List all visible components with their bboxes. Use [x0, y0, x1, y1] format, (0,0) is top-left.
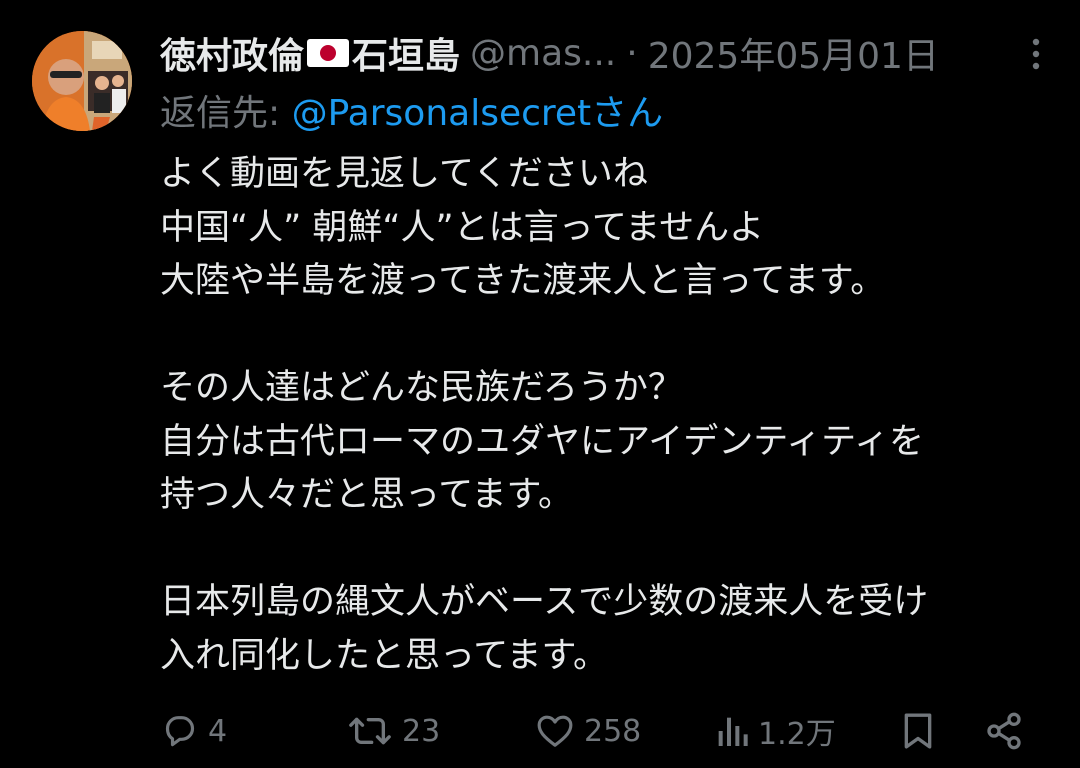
action-bar: 4 23 258 1.2万 — [160, 706, 1040, 756]
separator-dot: · — [626, 32, 638, 74]
tweet-text-line: 日本列島の縄文人がベースで少数の渡来人を受け — [160, 582, 929, 622]
tweet[interactable]: 徳村政倫 石垣島 @mas... · 2025年05月01日 返信先: @Par… — [0, 0, 1080, 768]
display-name-part2[interactable]: 石垣島 — [352, 27, 460, 79]
tweet-header: 徳村政倫 石垣島 @mas... · 2025年05月01日 — [160, 28, 939, 78]
tweet-date[interactable]: 2025年05月01日 — [648, 27, 939, 79]
display-name[interactable]: 徳村政倫 石垣島 — [160, 27, 460, 79]
share-button[interactable] — [984, 706, 1024, 756]
tweet-text-line: 大陸や半島を渡ってきた渡来人と言ってます。 — [160, 261, 886, 301]
reply-icon — [165, 716, 195, 747]
japan-flag-icon — [307, 39, 350, 67]
reply-to: 返信先: @Parsonalsecretさん — [160, 84, 663, 136]
retweet-button[interactable]: 23 — [346, 706, 440, 756]
like-button[interactable]: 258 — [534, 706, 641, 756]
tweet-text-line: 入れ同化したと思ってます。 — [160, 635, 609, 676]
tweet-text: よく動画を見返してくださいね 中国“人” 朝鮮“人”とは言ってませんよ 大陸や半… — [160, 148, 1060, 683]
retweet-count: 23 — [402, 713, 441, 749]
views-button[interactable]: 1.2万 — [714, 706, 836, 756]
tweet-text-line — [160, 309, 1060, 363]
reply-to-prefix: 返信先: — [160, 93, 292, 134]
tweet-text-line: よく動画を見返してくださいね — [160, 154, 648, 194]
bookmark-button[interactable] — [900, 706, 936, 756]
tweet-text-line — [160, 523, 1060, 577]
tweet-text-line: 持つ人々だと思ってます。 — [160, 475, 574, 515]
views-icon — [718, 717, 748, 746]
views-count: 1.2万 — [758, 717, 836, 752]
user-handle[interactable]: @mas... — [470, 33, 616, 74]
heart-icon — [537, 715, 573, 747]
tweet-text-line: その人達はどんな民族だろうか？ — [160, 368, 683, 408]
bookmark-icon — [904, 713, 932, 749]
like-count: 258 — [584, 713, 642, 749]
display-name-part1[interactable]: 徳村政倫 — [160, 27, 304, 79]
reply-button[interactable]: 4 — [160, 706, 227, 756]
reply-to-mention[interactable]: @Parsonalsecretさん — [292, 93, 664, 134]
more-options-icon[interactable] — [1030, 36, 1042, 72]
tweet-text-line: 自分は古代ローマのユダヤにアイデンティティを — [160, 421, 925, 462]
tweet-text-line: 中国“人” 朝鮮“人”とは言ってませんよ — [160, 207, 765, 248]
avatar[interactable] — [32, 31, 132, 131]
share-icon — [987, 712, 1021, 750]
retweet-icon — [349, 717, 391, 745]
reply-count: 4 — [208, 713, 228, 749]
